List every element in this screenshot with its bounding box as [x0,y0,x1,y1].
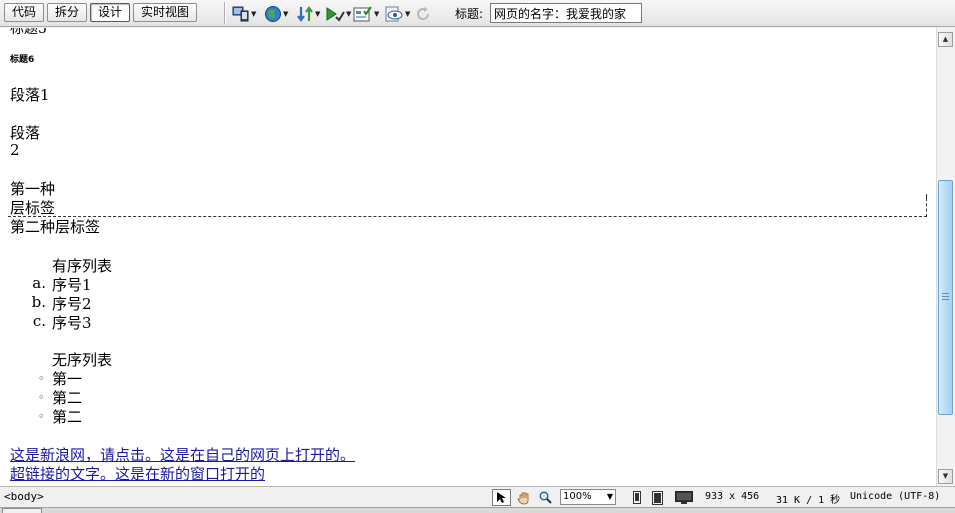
unordered-list-title: 无序列表 [52,351,113,369]
heading6-text: 标题6 [10,55,35,65]
file-management-icon[interactable]: ▼ [296,3,320,24]
vertical-scrollbar[interactable]: ▲ ▼ [936,28,955,486]
paragraph-2-line1: 段落 [10,124,41,142]
ordered-list-marker: c. [32,312,46,330]
split-view-button[interactable]: 拆分 [47,3,88,22]
window-dimensions: 933 x 456 [705,491,760,502]
refresh-icon[interactable] [415,3,431,24]
unordered-list-item: 第二 [52,408,83,426]
zoom-tool-icon[interactable] [536,489,555,506]
scroll-thumb[interactable] [938,180,953,415]
check-page-icon[interactable]: ▼ [325,3,351,24]
ordered-list-item: 序号1 [52,276,92,294]
chevron-down-icon: ▼ [283,9,289,18]
ordered-list-item: 序号3 [52,314,92,332]
view-switcher: 代码 拆分 设计 实时视图 [4,3,198,23]
code-view-button[interactable]: 代码 [4,3,45,22]
zoom-select[interactable]: 100% ▼ [560,489,616,505]
select-tool-icon[interactable] [492,489,511,506]
chevron-down-icon: ▼ [374,9,380,18]
paragraph-1: 段落1 [10,86,50,104]
live-view-button[interactable]: 实时视图 [133,3,198,22]
chevron-down-icon: ▼ [346,9,352,18]
chevron-down-icon: ▼ [251,9,257,18]
unordered-list-item: 第一 [52,370,83,388]
sina-link[interactable]: 这是新浪网，请点击。这是在自己的网页上打开的。 [10,444,355,465]
layer2-text: 第二种层标签 [10,218,101,236]
chevron-down-icon: ▼ [405,9,411,18]
panel-strip [0,507,955,513]
paragraph-2-line2: 2 [10,141,20,159]
browser-preview-icon[interactable]: ▼ [264,3,288,24]
grip-icon [942,293,949,300]
hand-tool-icon[interactable] [514,489,533,506]
design-view[interactable]: 标题5 标题6 段落1 段落 2 第一种 层标签 第二种层标签 有序列表 a. … [0,28,936,486]
circle-bullet-icon: ◦ [38,372,45,385]
toolbar-separator [224,2,225,24]
encoding-label: Unicode (UTF-8) [850,491,941,502]
ordered-list-title: 有序列表 [52,257,113,275]
visual-aids-icon[interactable]: ▼ [353,3,379,24]
chevron-down-icon: ▼ [606,492,613,501]
view-options-icon[interactable]: ▼ [384,3,410,24]
chevron-down-icon: ▼ [315,9,321,18]
document-toolbar: 代码 拆分 设计 实时视图 ▼ ▼ ▼ ▼ ▼ ▼ 标题: [0,0,955,27]
heading5-text: 标题5 [10,28,47,37]
circle-bullet-icon: ◦ [38,391,45,404]
status-bar: <body> 100% ▼ 933 x 456 31 K / 1 秒 Unico… [0,486,955,507]
layer1-line1: 第一种 [10,180,56,198]
ordered-list-marker: a. [32,274,46,292]
desktop-size-icon[interactable] [674,489,693,506]
scroll-up-icon[interactable]: ▲ [938,32,953,47]
unordered-list-item: 第二 [52,389,83,407]
ordered-list-marker: b. [31,293,46,311]
design-view-button[interactable]: 设计 [90,3,131,22]
new-window-link[interactable]: 超链接的文字。这是在新的窗口打开的 [10,463,265,484]
multiscreen-icon[interactable]: ▼ [232,3,256,24]
layer-div-outline[interactable] [8,194,927,217]
mobile-size-icon[interactable] [627,489,646,506]
page-title-input[interactable] [490,3,642,23]
scroll-down-icon[interactable]: ▼ [938,469,953,484]
properties-panel-tab[interactable] [2,508,42,513]
zoom-value: 100% [563,491,592,502]
download-size: 31 K / 1 秒 [776,495,841,506]
circle-bullet-icon: ◦ [38,410,45,423]
tag-selector[interactable]: <body> [4,490,44,503]
page-title-label: 标题: [455,7,484,21]
tablet-size-icon[interactable] [648,489,667,506]
ordered-list-item: 序号2 [52,295,92,313]
